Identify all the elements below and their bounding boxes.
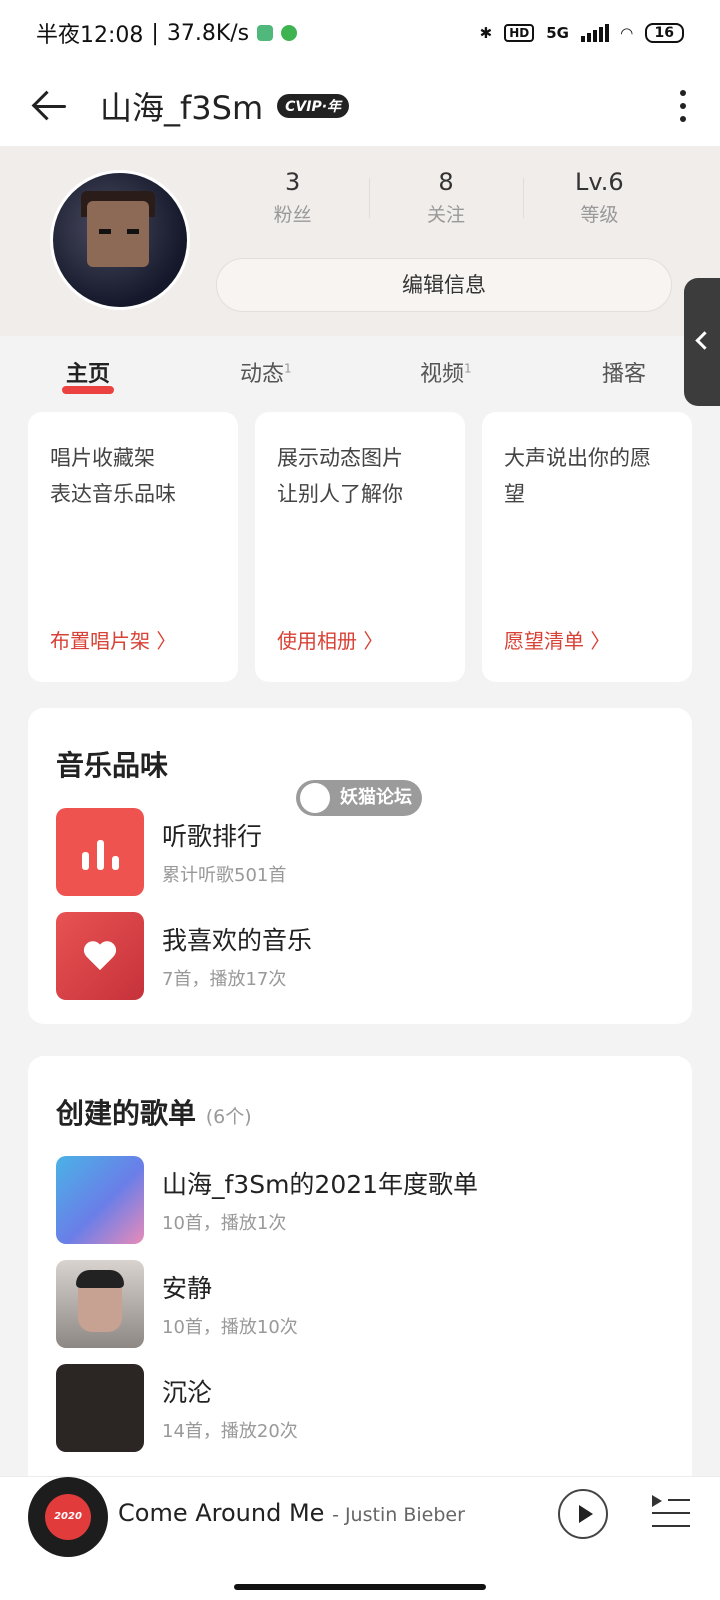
record-shelf-card[interactable]: 唱片收藏架 表达音乐品味 布置唱片架 〉 — [28, 412, 238, 682]
record-shelf-link[interactable]: 布置唱片架 〉 — [50, 625, 176, 654]
stat-label: 关注 — [426, 204, 465, 226]
stat-value: 8 — [438, 168, 454, 196]
song-artist: - Justin Bieber — [332, 1504, 465, 1526]
stat-followers[interactable]: 3 粉丝 — [216, 168, 369, 227]
playlists-title: 创建的歌单 (6个) — [56, 1097, 252, 1130]
username-title: 山海_f3Sm — [100, 89, 264, 127]
hd-icon: HD — [504, 24, 535, 42]
playlist-queue-icon[interactable] — [652, 1495, 690, 1531]
card-line: 让别人了解你 — [277, 482, 403, 506]
now-playing[interactable]: Come Around Me - Justin Bieber — [118, 1499, 465, 1527]
stat-value: 3 — [285, 168, 301, 196]
mini-player[interactable]: 2020 HITS Come Around Me - Justin Bieber — [0, 1476, 720, 1600]
status-bar: 半夜12:08 | 37.8K/s ✱ HD 5G ◠ 16 — [0, 0, 720, 66]
playlist-item[interactable]: 山海_f3Sm的2021年度歌单 10首，播放1次 — [56, 1156, 478, 1244]
music-taste-title: 音乐品味 — [56, 749, 169, 782]
watermark-text: 妖猫论坛 — [340, 787, 412, 808]
signal-icon — [580, 24, 609, 42]
stat-following[interactable]: 8 关注 — [369, 168, 522, 227]
profile-stats: 3 粉丝 8 关注 Lv.6 等级 — [216, 168, 676, 227]
watermark-logo-icon — [300, 783, 330, 813]
tab-moments[interactable]: 动态1 — [240, 356, 292, 388]
tab-home[interactable]: 主页 — [61, 356, 115, 394]
battery-icon: 16 — [644, 23, 684, 43]
item-title: 我喜欢的音乐 — [162, 926, 313, 955]
tab-podcasts[interactable]: 播客 — [602, 356, 646, 388]
back-arrow-icon[interactable] — [30, 86, 70, 126]
listening-rank-item[interactable]: 听歌排行 累计听歌501首 — [56, 808, 286, 896]
song-title: Come Around Me — [118, 1499, 325, 1527]
home-indicator[interactable] — [234, 1584, 486, 1590]
playlist-subtitle: 14首，播放20次 — [162, 1421, 298, 1442]
network-speed: 37.8K/s — [166, 20, 250, 46]
avatar[interactable] — [50, 170, 190, 310]
vip-badge[interactable]: CVIP·年 — [277, 94, 350, 118]
network-type: 5G — [546, 24, 569, 42]
watermark: 妖猫论坛 — [296, 780, 422, 816]
playlist-cover — [56, 1156, 144, 1244]
playlist-subtitle: 10首，播放10次 — [162, 1317, 298, 1338]
stat-label: 粉丝 — [273, 204, 312, 226]
disc-label: 2020 HITS — [45, 1494, 91, 1568]
stat-label: 等级 — [580, 204, 619, 226]
playlist-item[interactable]: 安静 10首，播放10次 — [56, 1260, 298, 1348]
heart-icon — [56, 912, 144, 1000]
tab-videos[interactable]: 视频1 — [420, 356, 472, 388]
playlist-title: 山海_f3Sm的2021年度歌单 — [162, 1170, 479, 1199]
photo-album-card[interactable]: 展示动态图片 让别人了解你 使用相册 〉 — [255, 412, 465, 682]
edit-profile-button[interactable]: 编辑信息 — [216, 258, 672, 312]
card-line: 展示动态图片 — [277, 446, 403, 470]
card-line: 唱片收藏架 — [50, 446, 155, 470]
item-subtitle: 累计听歌501首 — [162, 865, 287, 886]
wishlist-card[interactable]: 大声说出你的愿 望 愿望清单 〉 — [482, 412, 692, 682]
app-notification-icon — [257, 25, 274, 41]
created-playlists-panel: 创建的歌单 (6个) 山海_f3Sm的2021年度歌单 10首，播放1次 安静 … — [28, 1056, 692, 1496]
playlist-title: 沉沦 — [162, 1378, 213, 1407]
status-time: 半夜12:08 — [36, 23, 144, 48]
playlists-count: (6个) — [205, 1106, 252, 1128]
stat-level[interactable]: Lv.6 等级 — [522, 168, 676, 227]
card-line: 表达音乐品味 — [50, 482, 176, 506]
card-line: 望 — [504, 482, 525, 506]
stat-value: Lv.6 — [575, 168, 624, 196]
music-taste-panel: 音乐品味 妖猫论坛 听歌排行 累计听歌501首 我喜欢的音乐 7首，播放17次 — [28, 708, 692, 1024]
album-disc[interactable]: 2020 HITS — [28, 1477, 108, 1568]
bluetooth-icon: ✱ — [479, 24, 493, 42]
item-title: 听歌排行 — [162, 822, 263, 851]
profile-tabs: 主页 动态1 视频1 播客 — [0, 336, 680, 408]
bar-chart-icon — [56, 808, 144, 896]
wifi-icon: ◠ — [620, 24, 633, 42]
playlist-subtitle: 10首，播放1次 — [162, 1213, 287, 1234]
profile-header: 山海_f3Sm CVIP·年 — [0, 66, 720, 146]
photo-album-link[interactable]: 使用相册 〉 — [277, 625, 383, 654]
wechat-icon — [281, 25, 298, 41]
play-button[interactable] — [558, 1489, 608, 1539]
liked-music-item[interactable]: 我喜欢的音乐 7首，播放17次 — [56, 912, 312, 1000]
side-panel-handle[interactable] — [684, 278, 720, 406]
wishlist-link[interactable]: 愿望清单 〉 — [504, 625, 610, 654]
playlist-cover — [56, 1260, 144, 1348]
item-subtitle: 7首，播放17次 — [162, 969, 287, 990]
playlist-title: 安静 — [162, 1274, 213, 1303]
more-options-icon[interactable] — [680, 90, 690, 122]
playlist-item[interactable]: 沉沦 14首，播放20次 — [56, 1364, 298, 1452]
playlist-cover — [56, 1364, 144, 1452]
card-line: 大声说出你的愿 — [504, 446, 651, 470]
